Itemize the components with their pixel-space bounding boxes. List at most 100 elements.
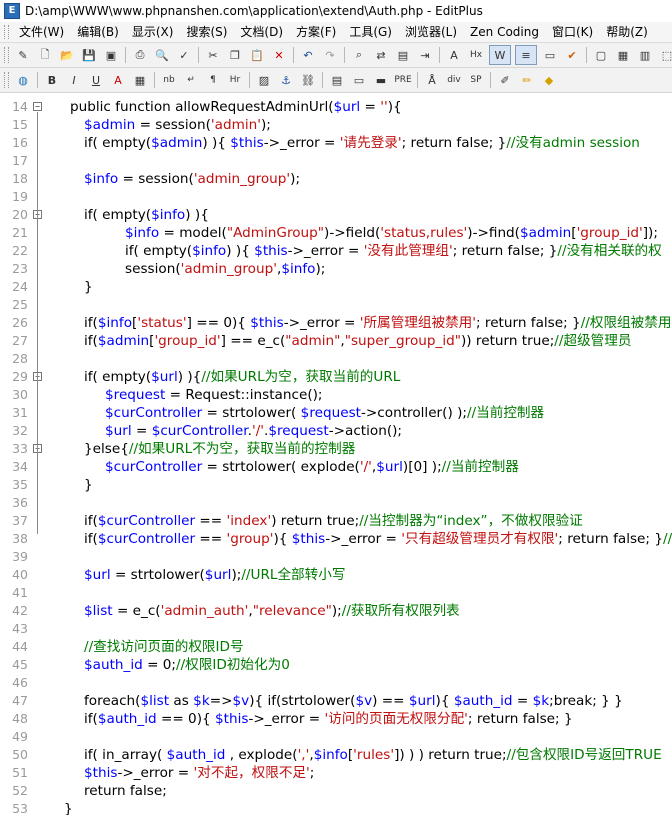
link-button[interactable]: ⛓ bbox=[299, 71, 317, 89]
code-line[interactable]: 41 bbox=[0, 584, 672, 602]
code-line[interactable]: 37 if($curController == 'index') return t… bbox=[0, 512, 672, 530]
code-line[interactable]: 42 $list = e_c('admin_auth',"relevance");… bbox=[0, 602, 672, 620]
text-field-button[interactable]: ▬ bbox=[372, 71, 390, 89]
ruler-button[interactable]: ▭ bbox=[541, 46, 559, 64]
menu-item[interactable]: 文档(D) bbox=[234, 22, 290, 42]
goto-button[interactable]: ⇥ bbox=[416, 46, 434, 64]
save-all-button[interactable]: ▣ bbox=[102, 46, 120, 64]
code-line[interactable]: 21 $info = model("AdminGroup")->field('st… bbox=[0, 224, 672, 242]
hex-button[interactable]: Hx bbox=[467, 46, 485, 64]
spell-check-button[interactable]: ✓ bbox=[175, 46, 193, 64]
code-line[interactable]: 53} bbox=[0, 800, 672, 815]
replace-button[interactable]: ⇄ bbox=[372, 46, 390, 64]
check-button[interactable]: ✔ bbox=[563, 46, 581, 64]
edit-html-button[interactable]: ✐ bbox=[496, 71, 514, 89]
print-preview-button[interactable]: 🔍 bbox=[153, 46, 171, 64]
toolbar-grip[interactable] bbox=[4, 72, 9, 88]
open-button[interactable]: 📂 bbox=[58, 46, 76, 64]
code-line[interactable]: 32 $url = $curController.'/'.$request->ac… bbox=[0, 422, 672, 440]
menu-item[interactable]: 文件(W) bbox=[13, 22, 71, 42]
code-line[interactable]: 33−}else{//如果URL不为空，获取当前的控制器 bbox=[0, 440, 672, 458]
find-files-button[interactable]: ▤ bbox=[394, 46, 412, 64]
table-button[interactable]: ▦ bbox=[131, 71, 149, 89]
code-line[interactable]: 18 $info = session('admin_group'); bbox=[0, 170, 672, 188]
textarea-button[interactable]: ▭ bbox=[350, 71, 368, 89]
copy-button[interactable]: ❐ bbox=[226, 46, 244, 64]
code-line[interactable]: 19 bbox=[0, 188, 672, 206]
paste-button[interactable]: 📋 bbox=[248, 46, 266, 64]
find-button[interactable]: ⌕ bbox=[350, 46, 368, 64]
pre-button[interactable]: PRE bbox=[394, 71, 412, 89]
fullscreen-button[interactable]: ⬚ bbox=[658, 46, 672, 64]
menu-item[interactable]: Zen Coding bbox=[464, 22, 546, 42]
code-line[interactable]: 30 $request = Request::instance(); bbox=[0, 386, 672, 404]
code-line[interactable]: 31 $curController = strtolower( $request-… bbox=[0, 404, 672, 422]
br-button[interactable]: ↵ bbox=[182, 71, 200, 89]
code-line[interactable]: 24} bbox=[0, 278, 672, 296]
code-line[interactable]: 20−if( empty($info) ){ bbox=[0, 206, 672, 224]
edit-button[interactable]: ✎ bbox=[14, 46, 32, 64]
code-line[interactable]: 17 bbox=[0, 152, 672, 170]
code-line[interactable]: 29−if( empty($url) ){//如果URL为空，获取当前的URL bbox=[0, 368, 672, 386]
code-line[interactable]: 16 if( empty($admin) ){ $this->_error = '… bbox=[0, 134, 672, 152]
fold-toggle-icon[interactable]: − bbox=[33, 102, 42, 111]
code-line[interactable]: 27 if($admin['group_id'] == e_c("admin","… bbox=[0, 332, 672, 350]
code-line[interactable]: 52 return false; bbox=[0, 782, 672, 800]
code-line[interactable]: 47 foreach($list as $k=>$v){ if(strtolowe… bbox=[0, 692, 672, 710]
code-line[interactable]: 34 $curController = strtolower( explode('… bbox=[0, 458, 672, 476]
font-color-button[interactable]: A bbox=[109, 71, 127, 89]
code-line[interactable]: 50 if( in_array( $auth_id , explode(',',$… bbox=[0, 746, 672, 764]
code-line[interactable]: 49 bbox=[0, 728, 672, 746]
menu-item[interactable]: 编辑(B) bbox=[71, 22, 126, 42]
form-button[interactable]: ▤ bbox=[328, 71, 346, 89]
image-button[interactable]: ▨ bbox=[255, 71, 273, 89]
code-line[interactable]: 15 $admin = session('admin'); bbox=[0, 116, 672, 134]
span-button[interactable]: SP bbox=[467, 71, 485, 89]
code-line[interactable]: 51 $this->_error = '对不起，权限不足'; bbox=[0, 764, 672, 782]
menu-item[interactable]: 显示(X) bbox=[126, 22, 181, 42]
menu-item[interactable]: 帮助(Z) bbox=[600, 22, 655, 42]
code-editor[interactable]: 14− public function allowRequestAdminUrl(… bbox=[0, 94, 672, 815]
toolbar-grip[interactable] bbox=[4, 47, 9, 63]
code-line[interactable]: 23 session('admin_group',$info); bbox=[0, 260, 672, 278]
italic-button[interactable]: I bbox=[65, 71, 83, 89]
hr-button[interactable]: Hr bbox=[226, 71, 244, 89]
print-button[interactable]: ⎙ bbox=[131, 46, 149, 64]
code-line[interactable]: 46 bbox=[0, 674, 672, 692]
redo-button[interactable]: ↷ bbox=[321, 46, 339, 64]
window-button[interactable]: ▢ bbox=[592, 46, 610, 64]
new-file-button[interactable]: 🗋 bbox=[36, 46, 54, 64]
underline-button[interactable]: U bbox=[87, 71, 105, 89]
browser-button[interactable]: ◍ bbox=[14, 71, 32, 89]
menu-grip[interactable] bbox=[4, 25, 9, 39]
save-button[interactable]: 💾 bbox=[80, 46, 98, 64]
menu-item[interactable]: 浏览器(L) bbox=[399, 22, 464, 42]
div-button[interactable]: div bbox=[445, 71, 463, 89]
cut-button[interactable]: ✂ bbox=[204, 46, 222, 64]
pencil-button[interactable]: ✏ bbox=[518, 71, 536, 89]
code-line[interactable]: 44 //查找访问页面的权限ID号 bbox=[0, 638, 672, 656]
delete-button[interactable]: ✕ bbox=[270, 46, 288, 64]
line-number-button[interactable]: ≡ bbox=[515, 45, 537, 65]
font-button[interactable]: A bbox=[445, 46, 463, 64]
code-line[interactable]: 28 bbox=[0, 350, 672, 368]
para-button[interactable]: ¶ bbox=[204, 71, 222, 89]
code-line[interactable]: 22 if( empty($info) ){ $this->_error = '没… bbox=[0, 242, 672, 260]
menu-item[interactable]: 搜索(S) bbox=[180, 22, 234, 42]
code-line[interactable]: 48 if($auth_id == 0){ $this->_error = '访问… bbox=[0, 710, 672, 728]
bold-button[interactable]: B bbox=[43, 71, 61, 89]
anchor-button[interactable]: ⚓ bbox=[277, 71, 295, 89]
code-line[interactable]: 45 $auth_id = 0;//权限ID初始化为0 bbox=[0, 656, 672, 674]
undo-button[interactable]: ↶ bbox=[299, 46, 317, 64]
code-line[interactable]: 36 bbox=[0, 494, 672, 512]
color-button[interactable]: ◆ bbox=[540, 71, 558, 89]
css-button[interactable]: Å bbox=[423, 71, 441, 89]
cliptext-button[interactable]: ▦ bbox=[614, 46, 632, 64]
dirwin-button[interactable]: ▥ bbox=[636, 46, 654, 64]
code-line[interactable]: 25 bbox=[0, 296, 672, 314]
code-line[interactable]: 39 bbox=[0, 548, 672, 566]
code-line[interactable]: 38 if($curController == 'group'){ $this->… bbox=[0, 530, 672, 548]
code-line[interactable]: 26 if($info['status'] == 0){ $this->_erro… bbox=[0, 314, 672, 332]
code-line[interactable]: 40 $url = strtolower($url);//URL全部转小写 bbox=[0, 566, 672, 584]
code-line[interactable]: 43 bbox=[0, 620, 672, 638]
